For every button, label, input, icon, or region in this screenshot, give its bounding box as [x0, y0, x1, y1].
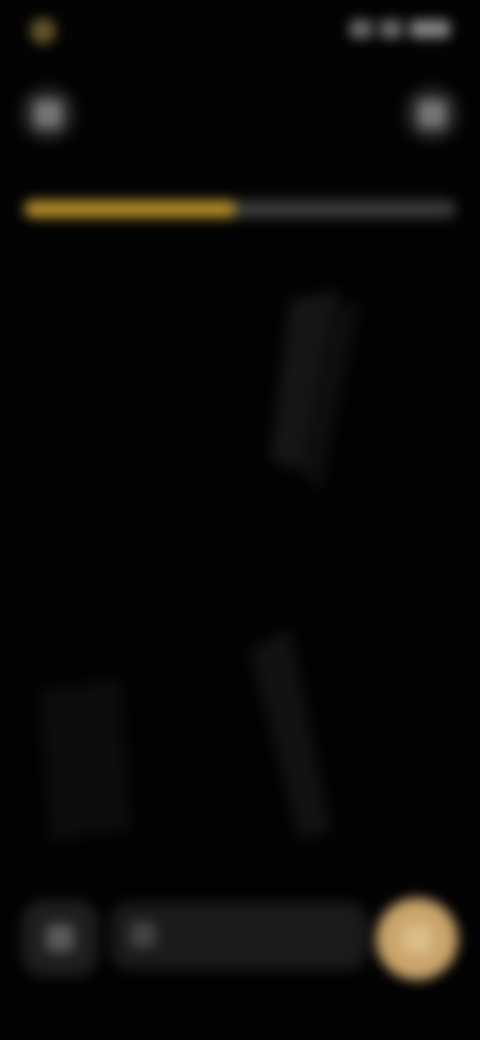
status-bar-left: [30, 18, 66, 44]
header: [0, 72, 480, 152]
back-button[interactable]: [20, 86, 76, 142]
page-title: [150, 96, 330, 128]
menu-icon: [418, 100, 446, 128]
send-icon: [402, 924, 432, 954]
send-button[interactable]: [376, 898, 458, 980]
keyboard-button[interactable]: [22, 900, 98, 976]
status-bar: [0, 0, 480, 60]
wifi-icon: [380, 20, 402, 38]
keyboard-icon: [46, 924, 74, 952]
app-indicator-icon: [30, 18, 56, 44]
signal-icon: [350, 20, 372, 38]
battery-icon: [410, 20, 450, 38]
answer-input[interactable]: [110, 902, 368, 970]
progress-fill: [24, 200, 236, 218]
progress-track: [24, 200, 456, 218]
background-illustration: [40, 290, 360, 840]
mic-icon: [130, 922, 156, 948]
progress-section: [24, 168, 456, 258]
back-icon: [34, 100, 62, 128]
status-bar-right: [350, 20, 450, 38]
menu-button[interactable]: [404, 86, 460, 142]
bottom-bar: [0, 890, 480, 990]
